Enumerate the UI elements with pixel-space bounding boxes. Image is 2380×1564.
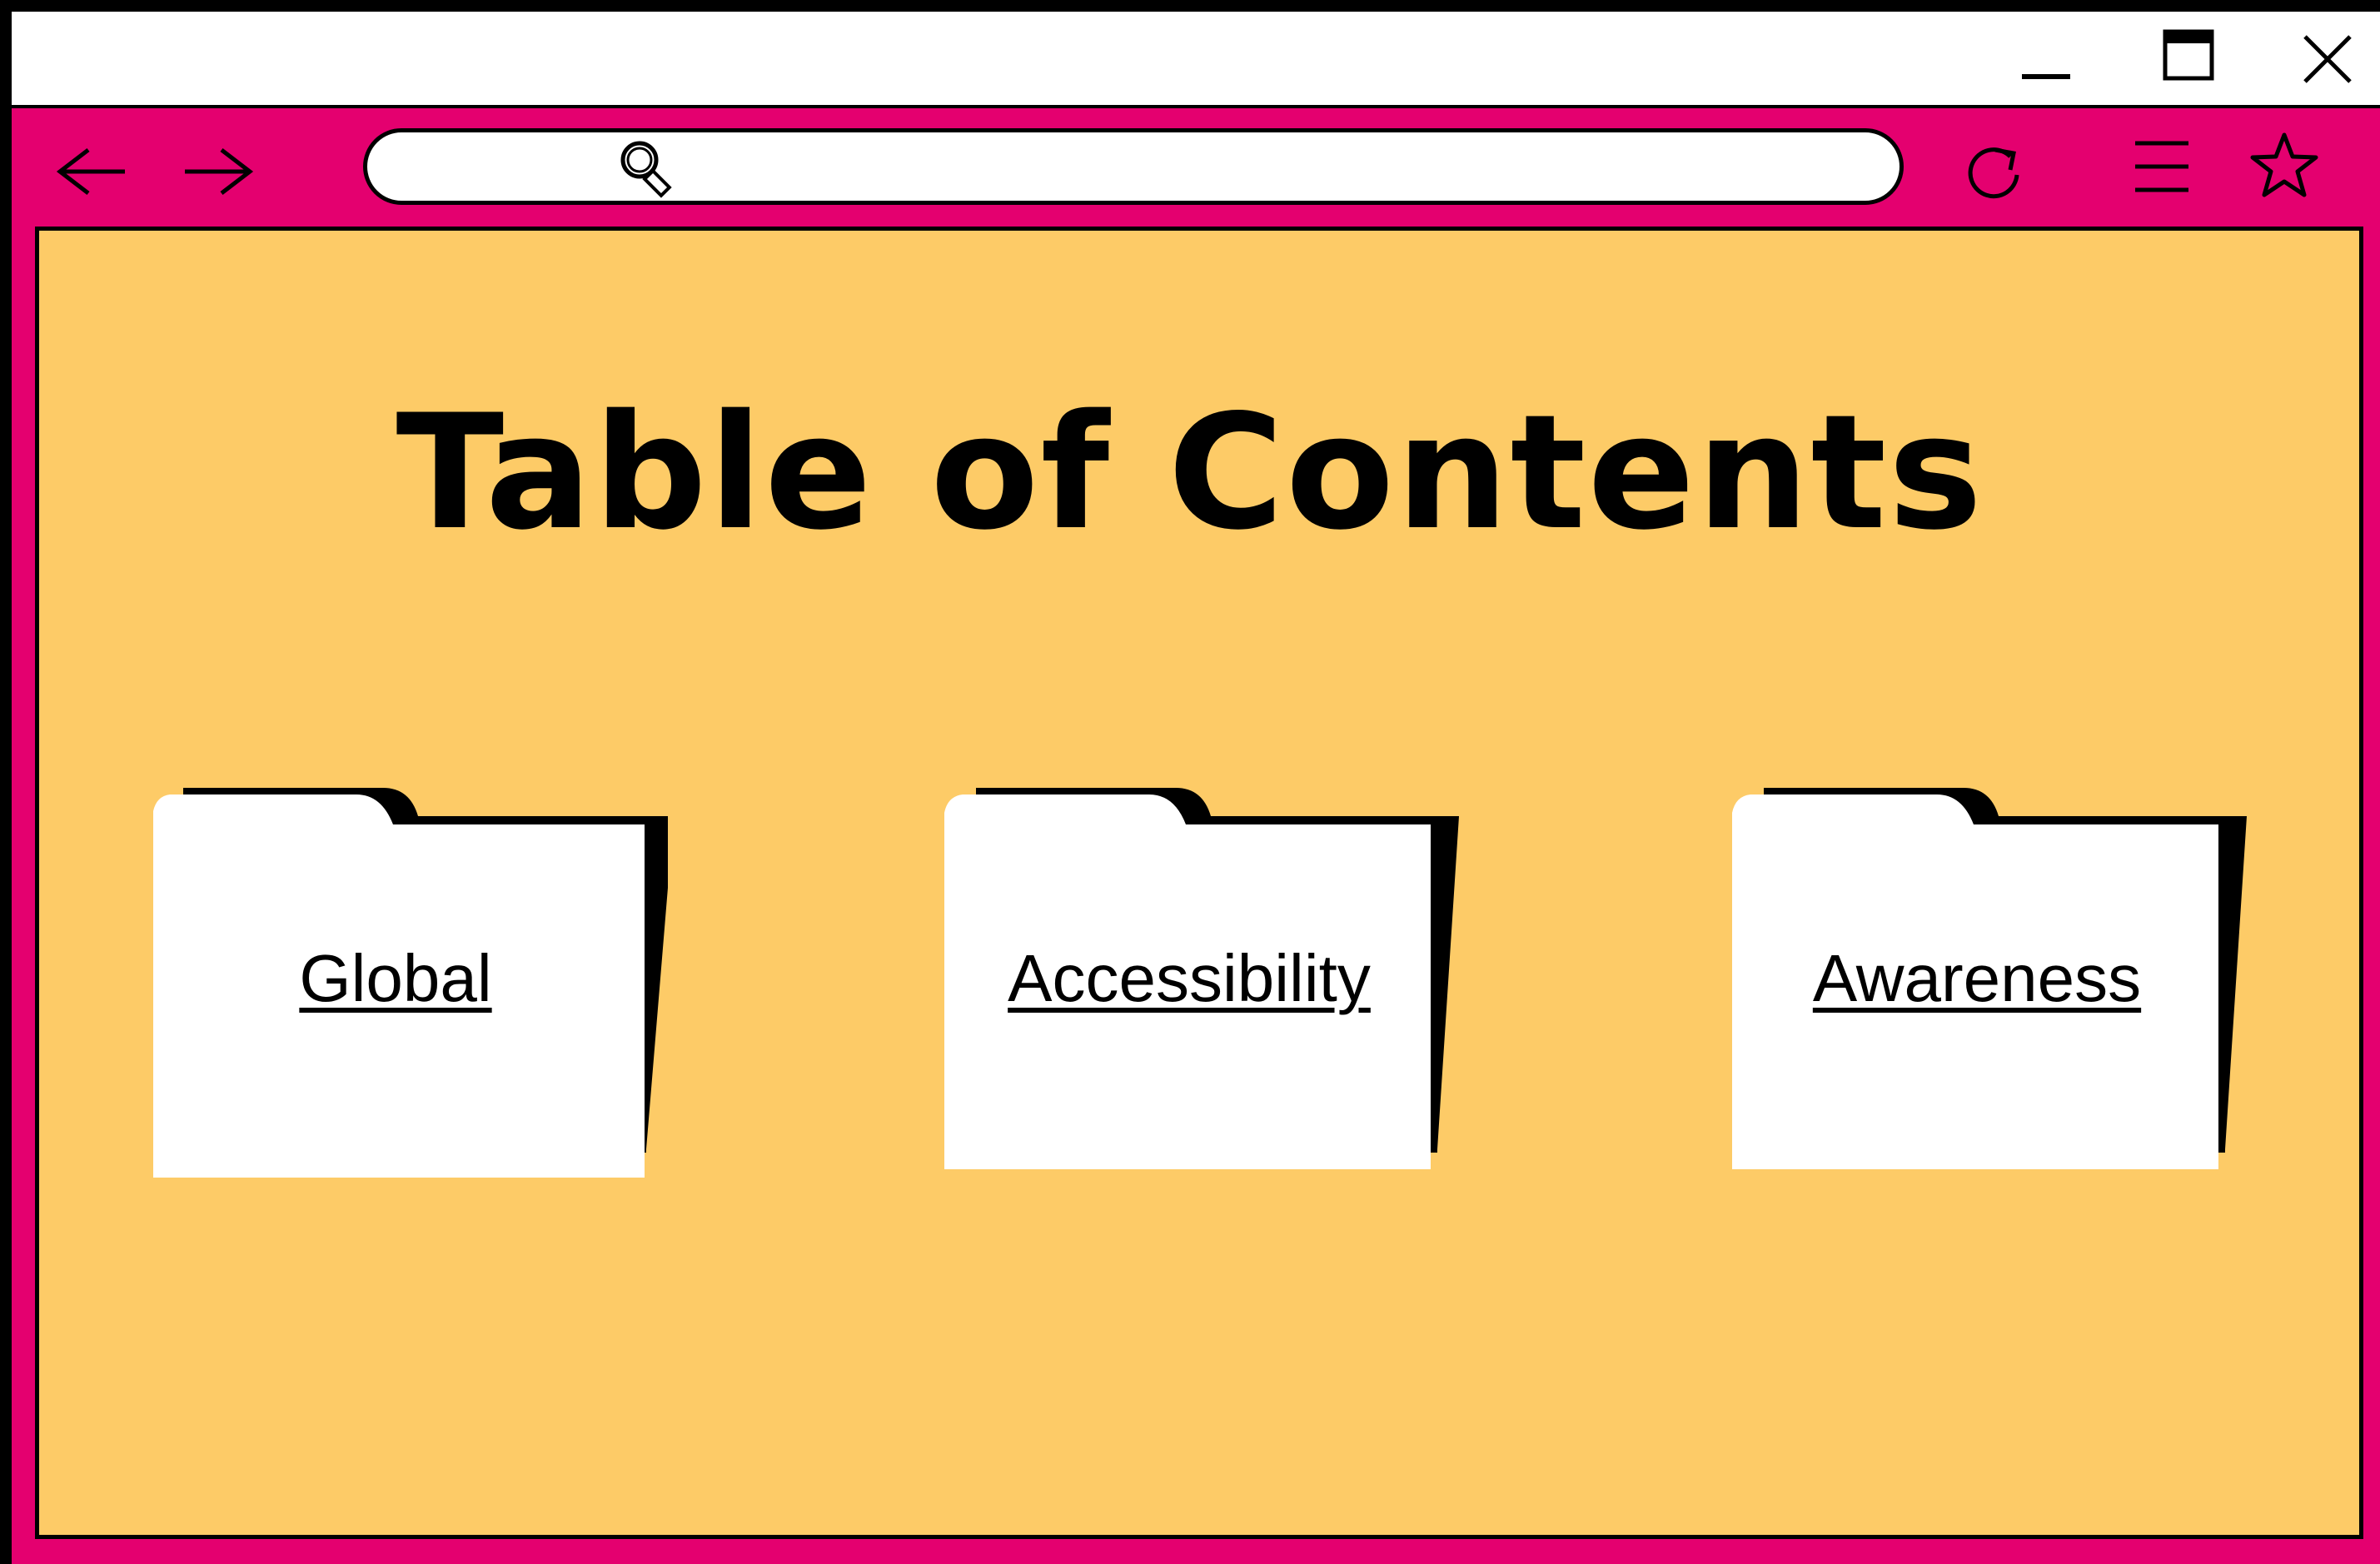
- folder-link-awareness[interactable]: Awareness: [1727, 941, 2227, 1016]
- folder-accessibility[interactable]: Accessibility: [939, 786, 1472, 1186]
- arrow-left-icon[interactable]: [55, 147, 130, 197]
- folder-link-accessibility[interactable]: Accessibility: [939, 941, 1439, 1016]
- folder-awareness[interactable]: Awareness: [1727, 786, 2260, 1186]
- hamburger-menu-icon[interactable]: [2132, 137, 2192, 197]
- arrow-right-icon[interactable]: [180, 147, 255, 197]
- reload-icon[interactable]: [1962, 138, 2025, 202]
- star-icon[interactable]: [2248, 130, 2320, 202]
- folder-link-global[interactable]: Global: [150, 941, 641, 1016]
- page-title: Table of Contents: [396, 381, 1984, 565]
- browser-window: Table of Contents Global Accessibility A…: [0, 0, 2380, 1564]
- address-bar[interactable]: [363, 128, 1904, 205]
- folder-global[interactable]: Global: [150, 786, 683, 1186]
- maximize-icon[interactable]: [2162, 28, 2217, 83]
- minimize-icon[interactable]: [2019, 50, 2074, 83]
- close-icon[interactable]: [2300, 32, 2355, 87]
- search-icon[interactable]: [616, 138, 680, 198]
